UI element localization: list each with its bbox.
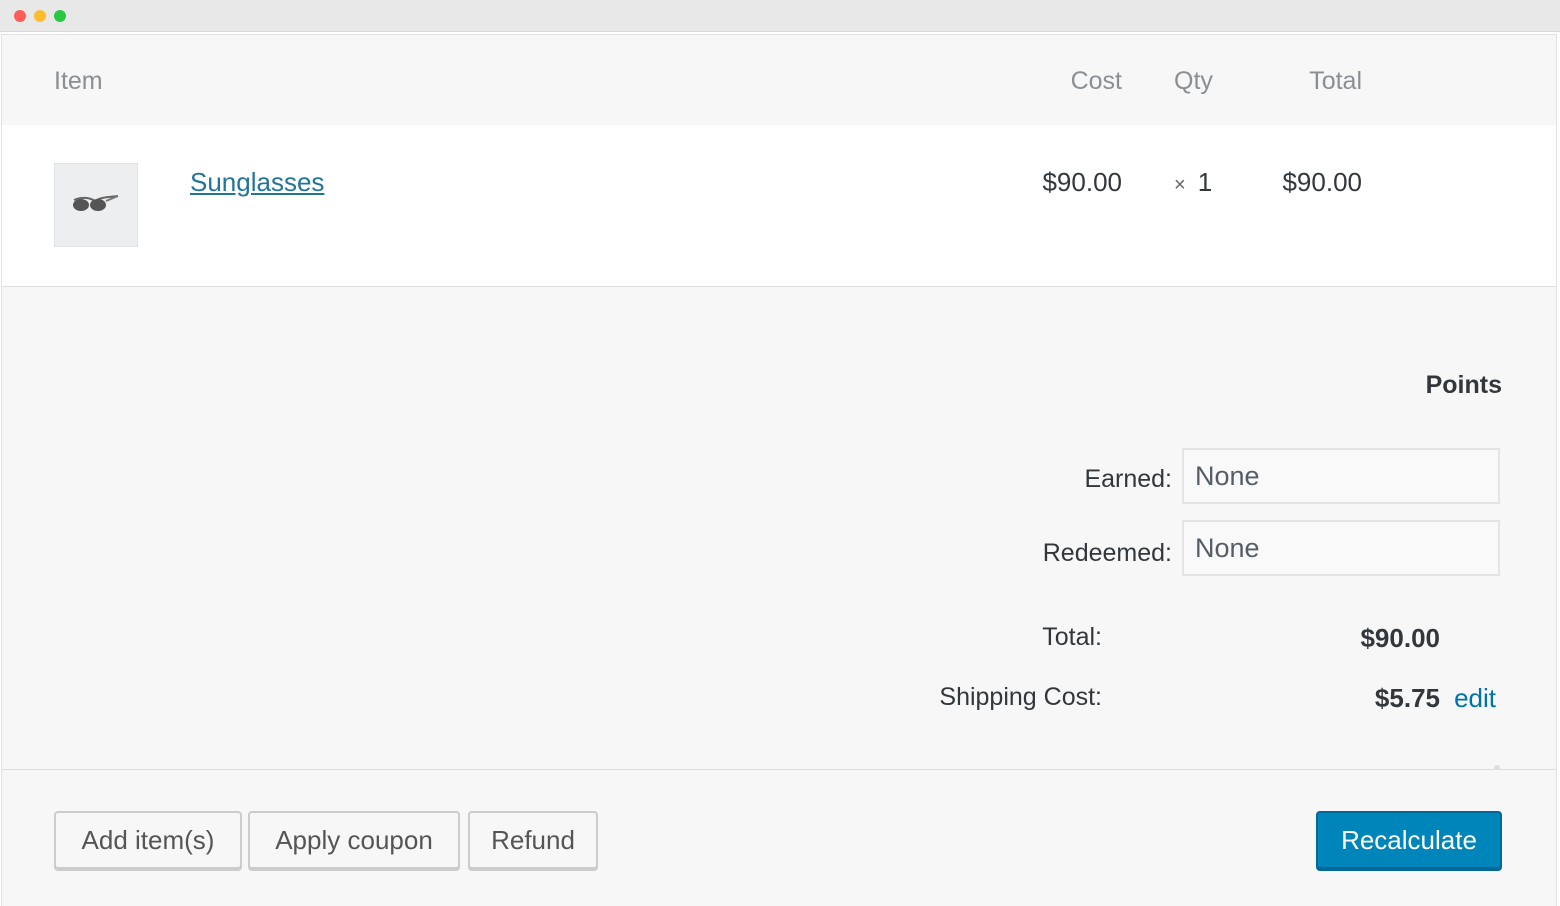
product-thumbnail[interactable] bbox=[54, 163, 138, 247]
order-totals-section: Points Earned: Redeemed: Total: $90.00 S… bbox=[2, 287, 1556, 771]
earned-points-input[interactable] bbox=[1182, 448, 1500, 504]
order-items-panel: Item Cost Qty Total Sunglasses $90.00 × 1… bbox=[1, 34, 1557, 906]
close-window-button[interactable] bbox=[14, 10, 26, 22]
order-total-value: $90.00 bbox=[1360, 623, 1440, 653]
column-header-total: Total bbox=[1309, 67, 1362, 95]
order-actions-bar: Add item(s) Apply coupon Refund Recalcul… bbox=[2, 769, 1556, 906]
zoom-window-button[interactable] bbox=[54, 10, 66, 22]
times-icon: × bbox=[1174, 174, 1186, 196]
qty-value: 1 bbox=[1197, 167, 1213, 197]
add-items-button[interactable]: Add item(s) bbox=[54, 811, 242, 869]
edit-shipping-link[interactable]: edit bbox=[1454, 683, 1496, 714]
points-heading: Points bbox=[1425, 371, 1502, 399]
column-header-cost: Cost bbox=[1070, 67, 1122, 95]
items-table-header: Item Cost Qty Total bbox=[2, 35, 1556, 125]
shipping-cost-value: $5.75 bbox=[1374, 683, 1440, 713]
minimize-window-button[interactable] bbox=[34, 10, 46, 22]
window-titlebar bbox=[0, 0, 1560, 32]
redeemed-label: Redeemed: bbox=[1042, 539, 1172, 567]
recalculate-button[interactable]: Recalculate bbox=[1316, 811, 1502, 869]
apply-coupon-button[interactable]: Apply coupon bbox=[248, 811, 460, 869]
order-total-label: Total: bbox=[1042, 623, 1102, 651]
earned-label: Earned: bbox=[1084, 465, 1172, 493]
item-cost: $90.00 bbox=[1042, 167, 1122, 197]
table-row: Sunglasses $90.00 × 1 $90.00 bbox=[2, 125, 1556, 287]
column-header-qty: Qty bbox=[1174, 67, 1213, 95]
redeemed-points-input[interactable] bbox=[1182, 520, 1500, 576]
shipping-cost-label: Shipping Cost: bbox=[939, 683, 1102, 711]
item-qty: × 1 bbox=[1174, 167, 1212, 198]
item-total: $90.00 bbox=[1282, 167, 1362, 197]
refund-button[interactable]: Refund bbox=[468, 811, 598, 869]
sunglasses-icon bbox=[73, 195, 119, 211]
product-link-sunglasses[interactable]: Sunglasses bbox=[190, 167, 324, 198]
column-header-item: Item bbox=[54, 67, 103, 95]
